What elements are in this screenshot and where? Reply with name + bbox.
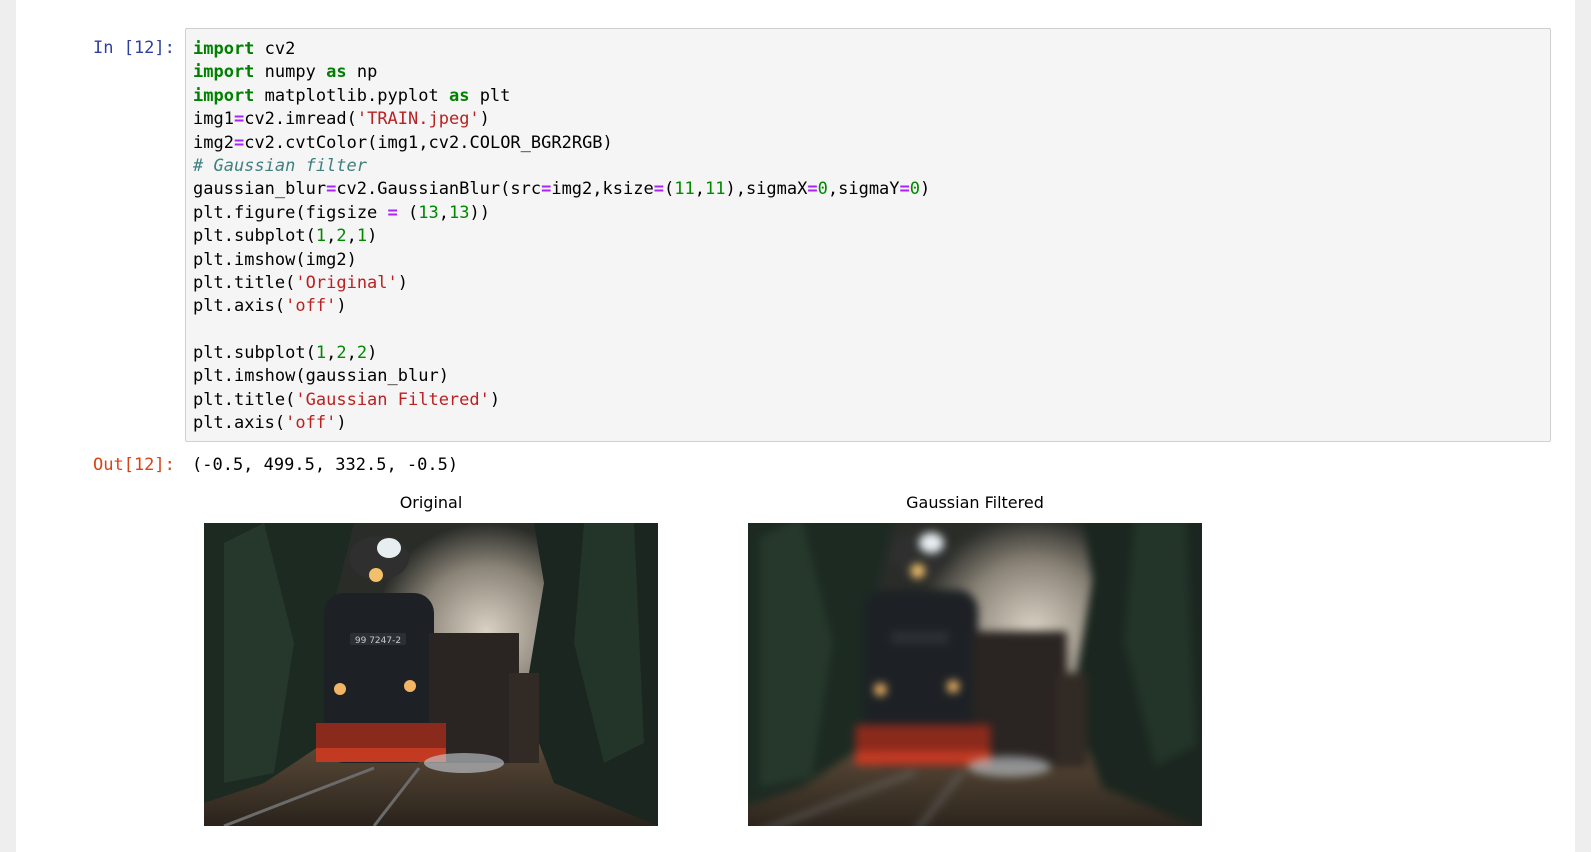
blurred-train-photo	[748, 523, 1202, 826]
code-editor[interactable]: import cv2 import numpy as np import matpl…	[193, 38, 930, 436]
notebook-page: In [12]: import cv2 import numpy as np imp…	[16, 0, 1575, 852]
output-text: (-0.5, 499.5, 332.5, -0.5)	[192, 455, 459, 475]
code-line: import numpy as np	[193, 62, 378, 83]
code-line: gaussian_blur=cv2.GaussianBlur(src=img2,…	[193, 179, 931, 200]
code-line: plt.figure(figsize = (13,13))	[193, 202, 491, 223]
output-prompt: Out[12]:	[93, 455, 175, 475]
code-line: plt.title('Gaussian Filtered')	[193, 389, 501, 410]
code-line: plt.imshow(img2)	[193, 249, 357, 270]
code-line: import cv2	[193, 39, 296, 59]
code-line: # Gaussian filter	[193, 155, 367, 176]
code-line: plt.imshow(gaussian_blur)	[193, 366, 449, 387]
subplot-title-gaussian: Gaussian Filtered	[906, 493, 1044, 512]
code-line: plt.axis('off')	[193, 296, 347, 317]
input-prompt: In [12]:	[93, 38, 175, 58]
code-line: plt.subplot(1,2,2)	[193, 343, 378, 364]
original-train-image: 99 7247-2	[204, 523, 658, 826]
code-line: plt.title('Original')	[193, 272, 409, 293]
code-line: import matplotlib.pyplot as plt	[193, 85, 511, 106]
locomotive-number-plate: 99 7247-2	[355, 636, 401, 646]
code-line: plt.axis('off')	[193, 413, 347, 434]
code-line: img1=cv2.imread('TRAIN.jpeg')	[193, 109, 490, 130]
train-photo: 99 7247-2	[204, 523, 658, 826]
code-cell-input[interactable]: import cv2 import numpy as np import matpl…	[185, 28, 1551, 442]
code-line: plt.subplot(1,2,1)	[193, 226, 378, 247]
code-line: img2=cv2.cvtColor(img1,cv2.COLOR_BGR2RGB…	[193, 132, 613, 153]
gaussian-filtered-train-image	[748, 523, 1202, 826]
subplot-title-original: Original	[399, 493, 463, 512]
